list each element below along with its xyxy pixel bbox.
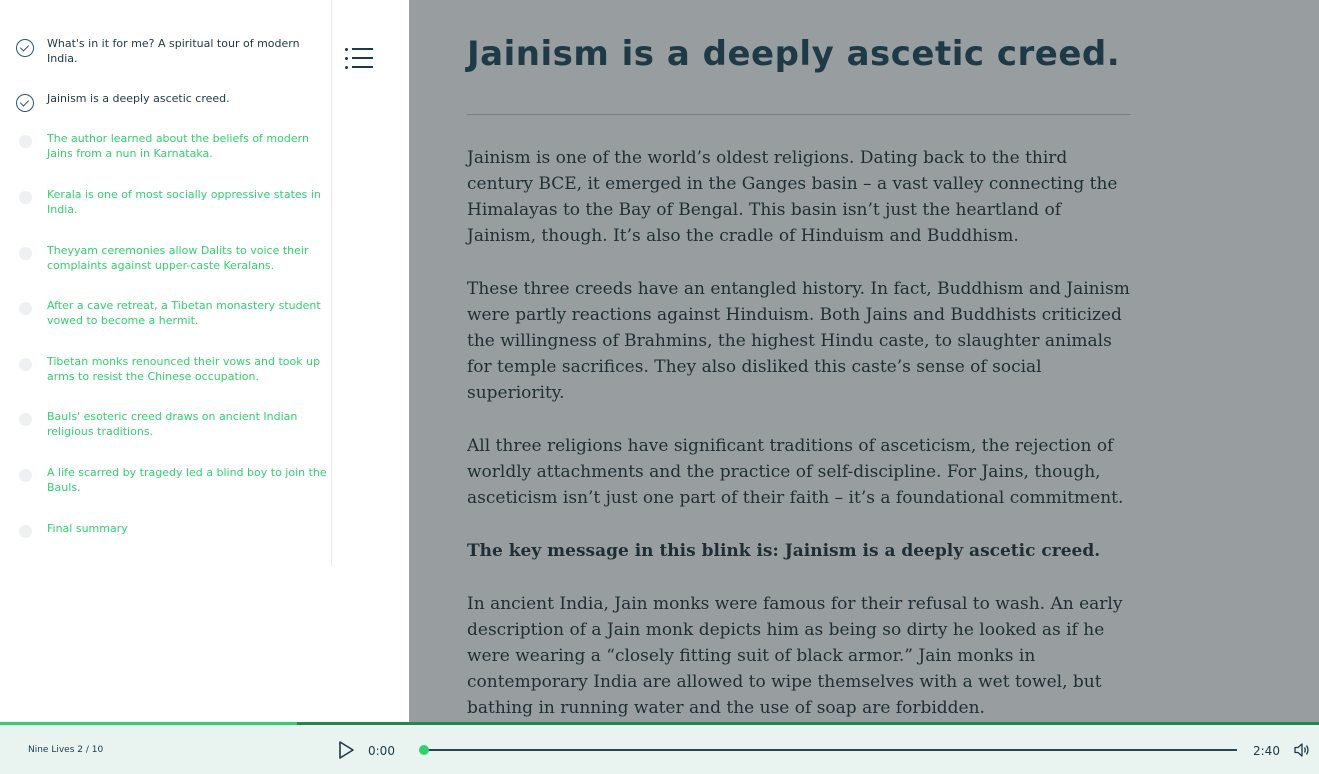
body-paragraph: Jainism is one of the world’s oldest rel… — [467, 148, 1118, 246]
toc-item-label: What's in it for me? A spiritual tour of… — [47, 37, 300, 65]
pending-dot-icon — [19, 135, 32, 148]
toc-item-jain-nun[interactable]: The author learned about the beliefs of … — [0, 132, 332, 174]
body-paragraph: In ancient India, Jain monks were famous… — [467, 594, 1123, 718]
pending-dot-icon — [19, 525, 32, 538]
table-of-contents: What's in it for me? A spiritual tour of… — [0, 0, 332, 566]
toc-item-kerala[interactable]: Kerala is one of most socially oppressiv… — [0, 188, 332, 230]
toc-item-blind-boy[interactable]: A life scarred by tragedy led a blind bo… — [0, 466, 332, 508]
toc-item-jainism[interactable]: Jainism is a deeply ascetic creed. — [0, 92, 332, 134]
toc-item-tibetan-monks[interactable]: Tibetan monks renounced their vows and t… — [0, 355, 332, 397]
body-paragraph: These three creeds have an entangled his… — [467, 279, 1130, 403]
check-circle-icon — [16, 94, 34, 112]
toc-item-label: A life scarred by tragedy led a blind bo… — [47, 466, 327, 494]
current-time: 0:00 — [368, 744, 395, 758]
toc-item-label: The author learned about the beliefs of … — [47, 132, 309, 160]
toc-item-label: Bauls' esoteric creed draws on ancient I… — [47, 410, 298, 438]
pending-dot-icon — [19, 191, 32, 204]
book-progress-label: Nine Lives 2 / 10 — [28, 745, 104, 755]
toc-item-intro[interactable]: What's in it for me? A spiritual tour of… — [0, 37, 332, 79]
pending-dot-icon — [19, 247, 32, 260]
reading-progress-bar — [0, 722, 1319, 725]
toc-item-label: Jainism is a deeply ascetic creed. — [47, 92, 230, 105]
toc-item-label: Final summary — [47, 522, 128, 535]
toc-item-bauls-creed[interactable]: Bauls' esoteric creed draws on ancient I… — [0, 410, 332, 452]
reading-progress-fill — [0, 722, 297, 725]
toc-item-theyyam[interactable]: Theyyam ceremonies allow Dalits to voice… — [0, 244, 332, 286]
chapter-title: Jainism is a deeply ascetic creed. — [467, 34, 1121, 74]
title-divider — [467, 114, 1131, 115]
pending-dot-icon — [19, 358, 32, 371]
chapter-body: Jainism is one of the world’s oldest rel… — [467, 145, 1131, 722]
total-time: 2:40 — [1253, 744, 1280, 758]
audio-player-bar: Nine Lives 2 / 10 0:00 2:40 — [0, 722, 1319, 774]
play-icon[interactable] — [336, 740, 356, 760]
toc-item-label: Tibetan monks renounced their vows and t… — [47, 355, 321, 383]
pending-dot-icon — [19, 469, 32, 482]
pending-dot-icon — [19, 413, 32, 426]
reader-content: Jainism is a deeply ascetic creed. Jaini… — [409, 0, 1319, 722]
pending-dot-icon — [19, 302, 32, 315]
toc-item-label: Theyyam ceremonies allow Dalits to voice… — [47, 244, 309, 272]
toc-item-final-summary[interactable]: Final summary — [0, 522, 332, 564]
check-circle-icon — [16, 39, 34, 57]
toc-item-label: Kerala is one of most socially oppressiv… — [47, 188, 321, 216]
audio-seek-track[interactable] — [424, 749, 1237, 751]
key-message: The key message in this blink is: Jainis… — [467, 541, 1101, 561]
volume-icon[interactable] — [1293, 741, 1311, 759]
list-icon[interactable] — [343, 46, 375, 72]
sidebar: What's in it for me? A spiritual tour of… — [0, 0, 409, 722]
body-paragraph: All three religions have significant tra… — [467, 436, 1124, 508]
toc-item-label: After a cave retreat, a Tibetan monaster… — [47, 299, 321, 327]
audio-seek-handle[interactable] — [419, 745, 429, 755]
toc-item-cave-retreat[interactable]: After a cave retreat, a Tibetan monaster… — [0, 299, 332, 341]
